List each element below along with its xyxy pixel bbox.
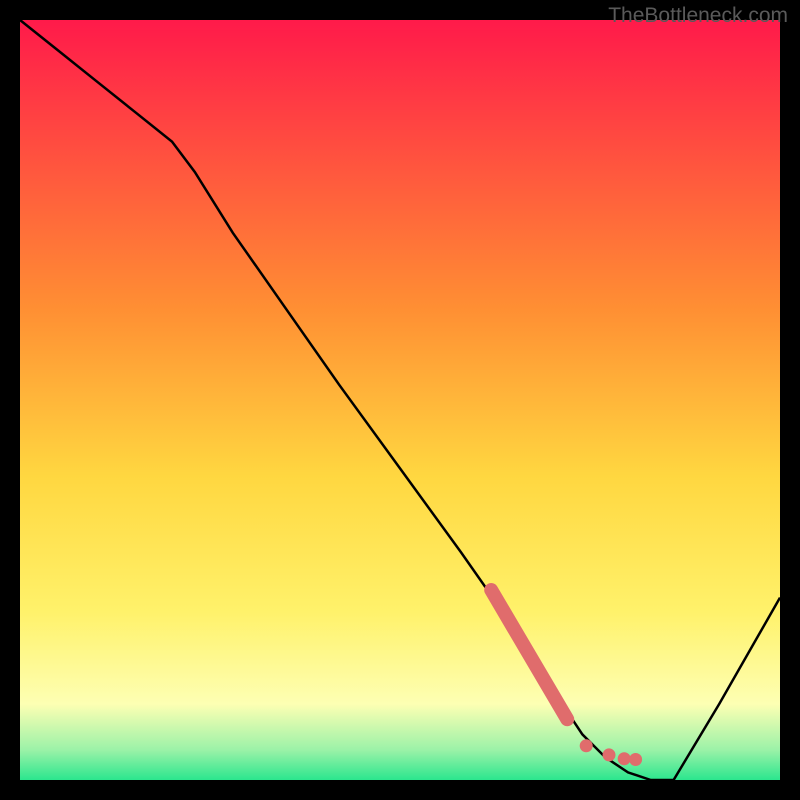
watermark-text: TheBottleneck.com bbox=[608, 4, 788, 28]
highlight-dot bbox=[618, 752, 631, 765]
highlight-dot bbox=[580, 739, 593, 752]
highlight-dot bbox=[603, 748, 616, 761]
chart-container bbox=[20, 20, 780, 780]
highlight-dot bbox=[629, 753, 642, 766]
gradient-background bbox=[20, 20, 780, 780]
bottleneck-chart bbox=[20, 20, 780, 780]
